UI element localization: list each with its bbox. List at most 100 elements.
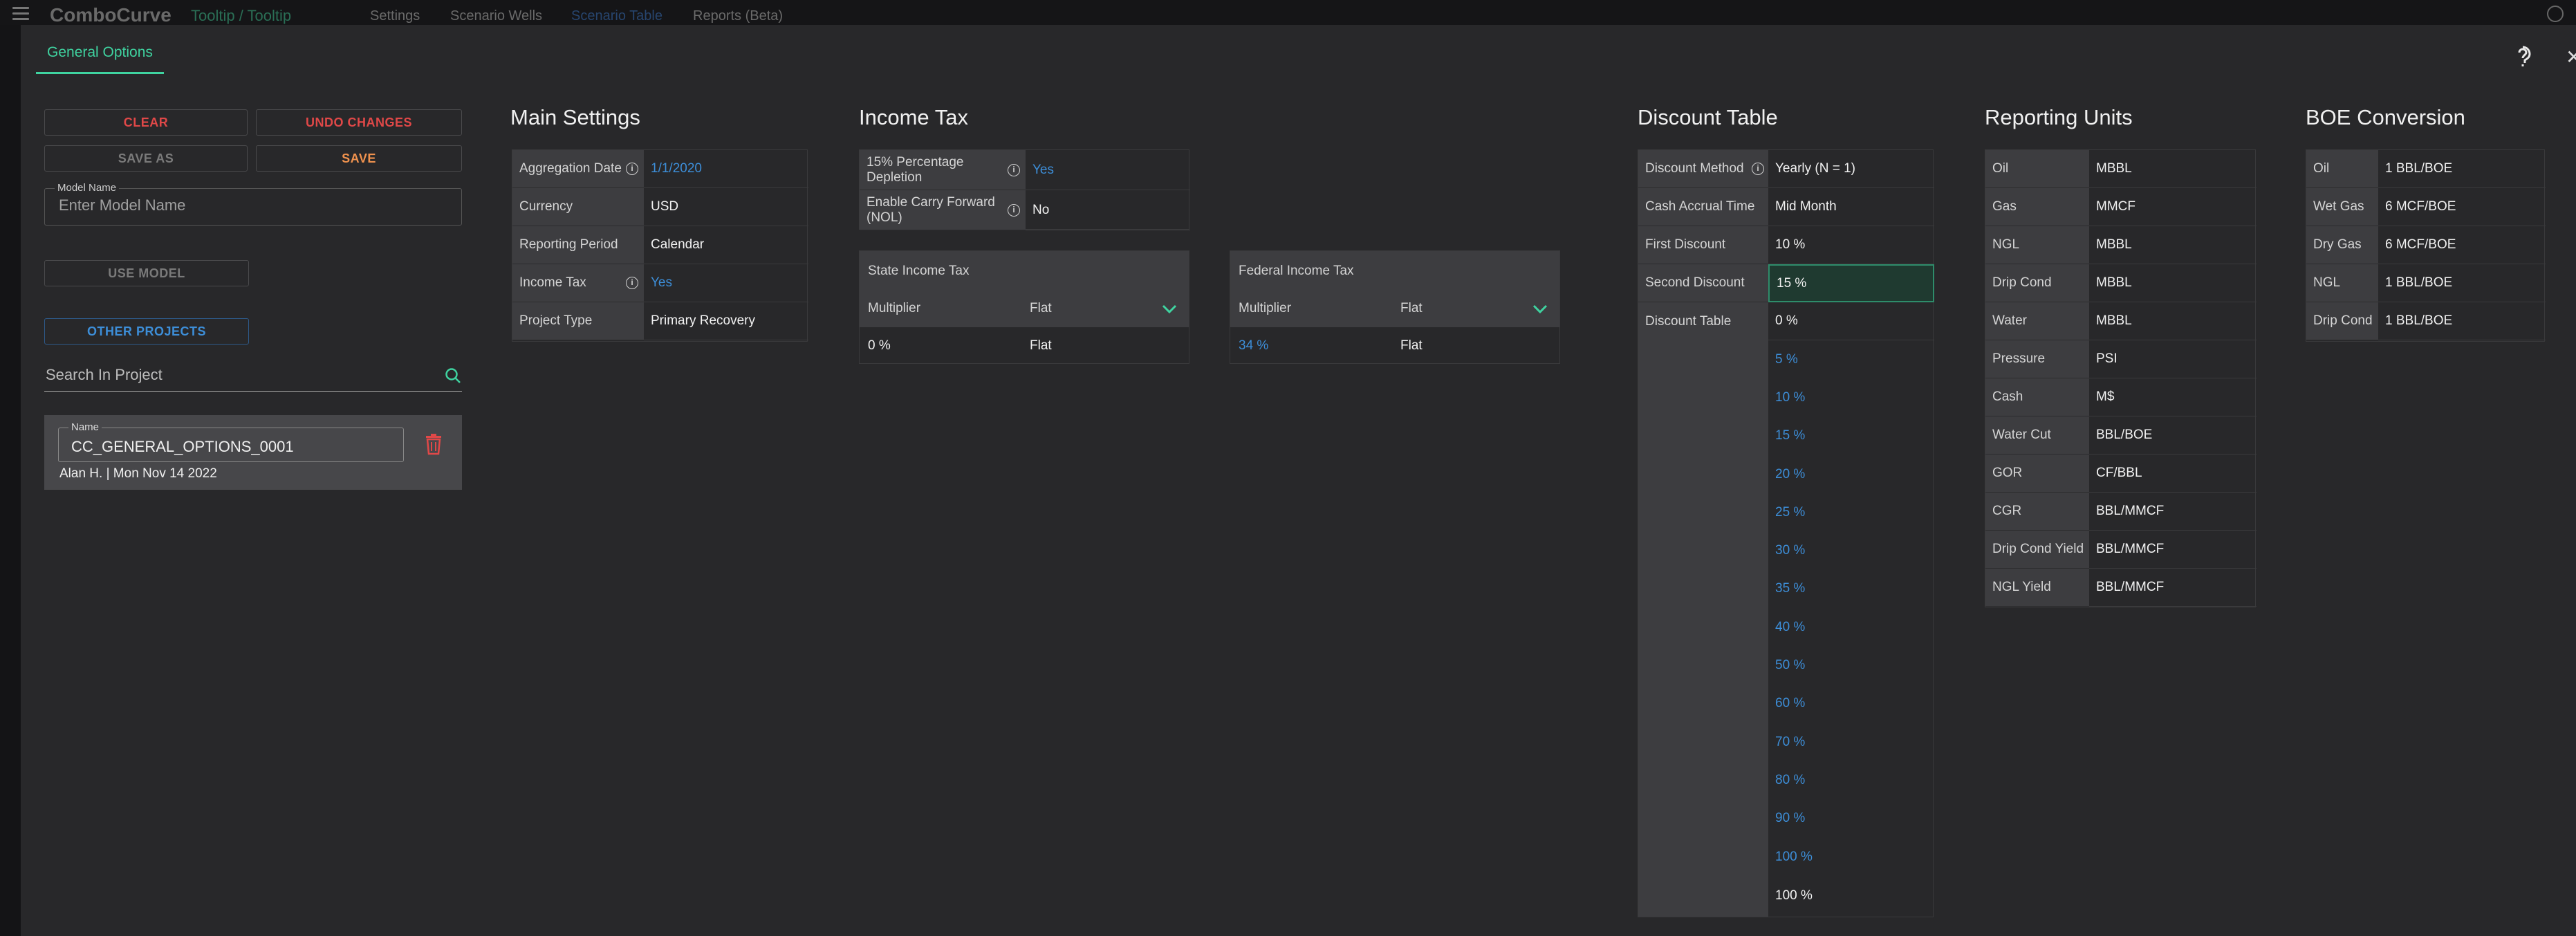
nav-reports[interactable]: Reports (Beta) [693, 8, 783, 24]
discount-table-entry[interactable]: 80 % [1768, 761, 1934, 799]
model-card[interactable]: Name CC_GENERAL_OPTIONS_0001 Alan H. | M… [44, 415, 462, 490]
discount-table-entry[interactable]: 35 % [1768, 570, 1934, 608]
reporting-period-value[interactable]: Calendar [644, 226, 808, 264]
reporting-unit-row: Water Cut BBL/BOE [1985, 416, 2257, 455]
use-model-button[interactable]: USE MODEL [44, 260, 249, 286]
search-project-field[interactable] [44, 363, 462, 392]
reporting-unit-value[interactable]: MBBL [2089, 150, 2257, 188]
reporting-unit-value[interactable]: MMCF [2089, 188, 2257, 226]
income-tax-value[interactable]: Yes [644, 264, 808, 302]
save-as-button[interactable]: SAVE AS [44, 145, 248, 172]
boe-value[interactable]: 1 BBL/BOE [2378, 150, 2546, 188]
search-project-input[interactable] [44, 365, 434, 385]
info-icon[interactable]: i [626, 277, 638, 289]
main-settings-title: Main Settings [510, 105, 640, 129]
model-name-input[interactable] [57, 196, 435, 215]
info-icon[interactable]: i [1752, 163, 1764, 175]
boe-value[interactable]: 6 MCF/BOE [2378, 226, 2546, 264]
reporting-unit-value[interactable]: BBL/MMCF [2089, 569, 2257, 607]
reporting-unit-key: Drip Cond Yield [1985, 531, 2089, 569]
chevron-down-icon[interactable] [1532, 304, 1548, 315]
state-multiplier-value[interactable]: 0 % [868, 338, 891, 354]
first-discount-value[interactable]: 10 % [1768, 226, 1934, 264]
state-flat-select[interactable]: Flat [1030, 301, 1052, 316]
info-icon[interactable]: i [1008, 164, 1020, 176]
reporting-unit-value[interactable]: PSI [2089, 340, 2257, 378]
reporting-unit-row: Gas MMCF [1985, 188, 2257, 226]
discount-row: Discount Method i Yearly (N = 1) [1638, 150, 1934, 188]
boe-value[interactable]: 1 BBL/BOE [2378, 302, 2546, 340]
reporting-unit-value[interactable]: MBBL [2089, 264, 2257, 302]
boe-value[interactable]: 1 BBL/BOE [2378, 264, 2546, 302]
income-tax-title: Income Tax [859, 105, 968, 129]
discount-table-entry[interactable]: 5 % [1768, 340, 1934, 378]
discount-table-last-value[interactable]: 100 % [1768, 876, 1934, 916]
reporting-unit-row: CGR BBL/MMCF [1985, 493, 2257, 531]
federal-flat-select[interactable]: Flat [1400, 301, 1423, 316]
other-projects-button[interactable]: OTHER PROJECTS [44, 318, 249, 345]
discount-table-value[interactable]: 0 % [1768, 302, 1934, 340]
close-icon[interactable]: ✕ [2566, 46, 2576, 68]
hamburger-menu-icon[interactable] [12, 7, 29, 20]
main-settings-key: Project Type [512, 302, 644, 340]
reporting-unit-value[interactable]: CF/BBL [2089, 455, 2257, 493]
model-card-meta: Alan H. | Mon Nov 14 2022 [59, 466, 217, 481]
discount-table-entry[interactable]: 20 % [1768, 455, 1934, 493]
discount-table-entry[interactable]: 100 % [1768, 838, 1934, 876]
nav-settings[interactable]: Settings [370, 8, 420, 24]
boe-key: Dry Gas [2306, 226, 2378, 264]
main-settings-table: Aggregation Date i 1/1/2020 Currency USD… [512, 149, 808, 342]
discount-method-value[interactable]: Yearly (N = 1) [1768, 150, 1934, 188]
reporting-unit-value[interactable]: BBL/MMCF [2089, 493, 2257, 531]
save-button[interactable]: SAVE [256, 145, 462, 172]
discount-table-entry[interactable]: 15 % [1768, 417, 1934, 455]
discount-row: Discount Table 0 % [1638, 302, 1934, 340]
reporting-unit-value[interactable]: MBBL [2089, 302, 2257, 340]
boe-value[interactable]: 6 MCF/BOE [2378, 188, 2546, 226]
reporting-unit-key: Pressure [1985, 340, 2089, 378]
reporting-unit-value[interactable]: M$ [2089, 378, 2257, 416]
discount-table-entry[interactable]: 50 % [1768, 646, 1934, 684]
currency-value[interactable]: USD [644, 188, 808, 226]
second-discount-value[interactable]: 15 % [1768, 264, 1934, 302]
help-icon[interactable] [2513, 46, 2532, 68]
search-icon[interactable] [444, 367, 462, 385]
reporting-unit-value[interactable]: BBL/MMCF [2089, 531, 2257, 569]
reporting-unit-value[interactable]: BBL/BOE [2089, 416, 2257, 455]
trash-icon[interactable] [425, 433, 443, 455]
info-icon[interactable]: i [1008, 204, 1020, 217]
discount-table-entry[interactable]: 25 % [1768, 493, 1934, 531]
chevron-down-icon[interactable] [1161, 304, 1178, 315]
cash-accrual-value[interactable]: Mid Month [1768, 188, 1934, 226]
carry-forward-value[interactable]: No [1026, 190, 1190, 230]
project-type-value[interactable]: Primary Recovery [644, 302, 808, 340]
reporting-unit-row: Pressure PSI [1985, 340, 2257, 378]
discount-key: Cash Accrual Time [1638, 188, 1768, 226]
reporting-unit-key: Cash [1985, 378, 2089, 416]
discount-table-entry[interactable]: 40 % [1768, 608, 1934, 646]
state-income-tax-title: State Income Tax [868, 264, 970, 278]
reporting-unit-row: Drip Cond MBBL [1985, 264, 2257, 302]
nav-scenario-wells[interactable]: Scenario Wells [450, 8, 542, 24]
nav-scenario-table[interactable]: Scenario Table [571, 8, 662, 24]
model-card-name-field[interactable]: Name CC_GENERAL_OPTIONS_0001 [58, 421, 404, 462]
info-icon[interactable]: i [626, 163, 638, 175]
discount-row: Second Discount 15 % [1638, 264, 1934, 302]
discount-table-entry[interactable]: 60 % [1768, 685, 1934, 723]
aggregation-date-value[interactable]: 1/1/2020 [644, 150, 808, 188]
tab-general-options[interactable]: General Options [36, 44, 164, 74]
federal-multiplier-value[interactable]: 34 % [1239, 338, 1268, 354]
breadcrumb[interactable]: Tooltip / Tooltip [191, 7, 291, 25]
discount-table-entry[interactable]: 70 % [1768, 723, 1934, 761]
federal-income-tax-title: Federal Income Tax [1239, 264, 1354, 278]
undo-changes-button[interactable]: UNDO CHANGES [256, 109, 462, 136]
discount-table-entry[interactable]: 30 % [1768, 532, 1934, 570]
discount-table-item: 50 % [1638, 646, 1934, 684]
percentage-depletion-value[interactable]: Yes [1026, 150, 1190, 190]
model-name-field[interactable]: Model Name [44, 182, 462, 226]
discount-table-entry[interactable]: 10 % [1768, 378, 1934, 416]
clear-button[interactable]: CLEAR [44, 109, 248, 136]
reporting-unit-value[interactable]: MBBL [2089, 226, 2257, 264]
discount-table-entry[interactable]: 90 % [1768, 800, 1934, 838]
user-icon[interactable] [2547, 6, 2564, 22]
